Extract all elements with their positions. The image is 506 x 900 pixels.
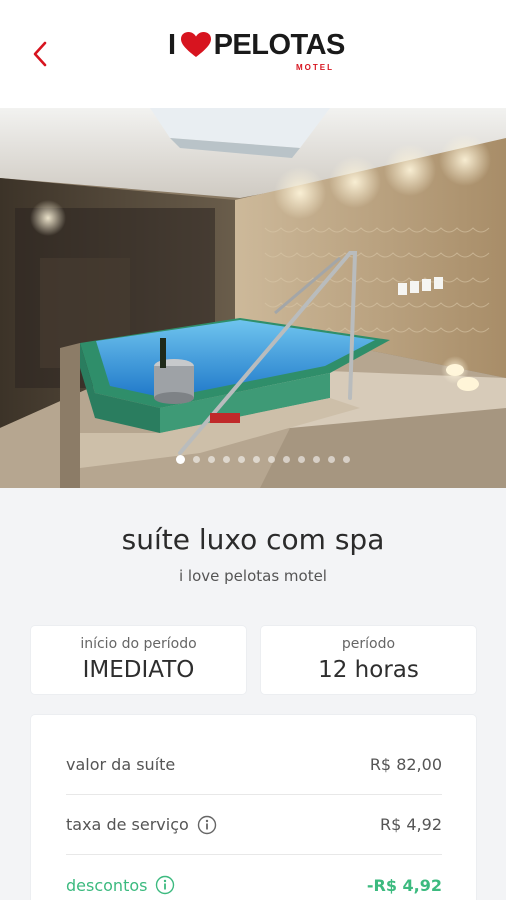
app-header: I PELOTAS MOTEL xyxy=(0,0,506,108)
chevron-left-icon xyxy=(33,41,47,67)
period-duration-value: 12 horas xyxy=(318,657,419,683)
carousel-dot[interactable] xyxy=(193,456,200,463)
carousel-dot[interactable] xyxy=(343,456,350,463)
suite-photo-carousel[interactable] xyxy=(0,108,506,488)
logo-prefix: I xyxy=(168,29,176,61)
carousel-dot[interactable] xyxy=(268,456,275,463)
period-start-label: início do período xyxy=(80,636,197,652)
info-icon[interactable] xyxy=(155,875,175,895)
carousel-dot[interactable] xyxy=(253,456,260,463)
logo: I PELOTAS MOTEL xyxy=(168,28,345,78)
carousel-dot[interactable] xyxy=(223,456,230,463)
discount-label: descontos xyxy=(66,875,148,895)
carousel-dot[interactable] xyxy=(176,455,185,464)
period-start-card[interactable]: início do período IMEDIATO xyxy=(31,626,246,694)
period-start-value: IMEDIATO xyxy=(82,657,195,683)
carousel-dot[interactable] xyxy=(298,456,305,463)
carousel-dot[interactable] xyxy=(313,456,320,463)
carousel-dot[interactable] xyxy=(208,456,215,463)
period-duration-label: período xyxy=(341,636,396,652)
suite-price-value: R$ 82,00 xyxy=(369,755,442,774)
suite-price-row: valor da suíte R$ 82,00 xyxy=(66,735,442,795)
heart-icon xyxy=(180,32,211,58)
discount-value: -R$ 4,92 xyxy=(366,875,442,895)
price-summary-card: valor da suíte R$ 82,00 taxa de serviço … xyxy=(31,715,476,900)
service-fee-label: taxa de serviço xyxy=(66,815,189,834)
suite-photo xyxy=(0,108,506,488)
carousel-indicators[interactable] xyxy=(0,455,506,464)
discount-row: descontos -R$ 4,92 xyxy=(66,855,442,900)
carousel-dot[interactable] xyxy=(328,456,335,463)
service-fee-value: R$ 4,92 xyxy=(379,815,442,834)
logo-subtitle: MOTEL xyxy=(296,63,334,72)
motel-name: i love pelotas motel xyxy=(179,567,327,585)
carousel-dot[interactable] xyxy=(238,456,245,463)
info-icon[interactable] xyxy=(197,815,217,835)
logo-name: PELOTAS xyxy=(213,29,346,61)
back-button[interactable] xyxy=(24,36,56,72)
service-fee-row: taxa de serviço R$ 4,92 xyxy=(66,795,442,855)
suite-price-label: valor da suíte xyxy=(66,755,176,774)
suite-title: suíte luxo com spa xyxy=(121,523,385,556)
period-duration-card[interactable]: período 12 horas xyxy=(261,626,476,694)
carousel-dot[interactable] xyxy=(283,456,290,463)
